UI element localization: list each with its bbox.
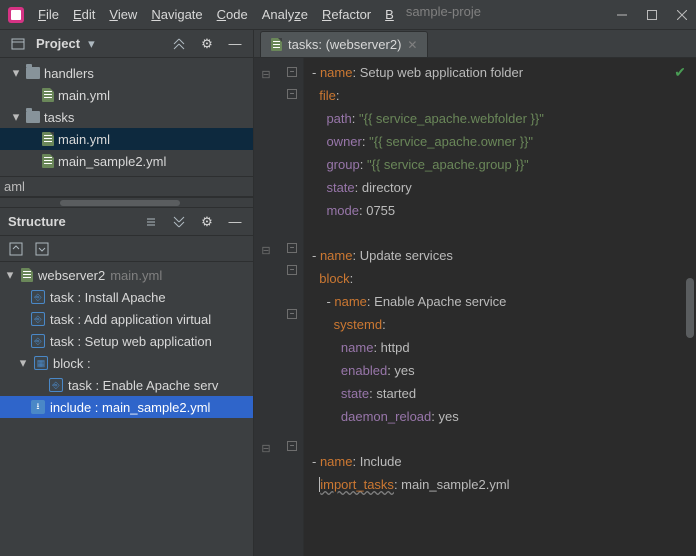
project-view-icon[interactable] [8, 34, 28, 54]
scroll-from-source-icon[interactable] [6, 239, 26, 259]
hide-panel-icon[interactable]: — [225, 212, 245, 232]
editor-vertical-scrollbar[interactable] [684, 58, 696, 556]
expand-icon[interactable]: ▾ [4, 267, 16, 283]
folder-icon [26, 111, 40, 123]
gear-icon[interactable]: ⚙ [197, 212, 217, 232]
structure-item-task[interactable]: ⎆ task : Install Apache [0, 286, 253, 308]
structure-item-include[interactable]: ⭳ include : main_sample2.yml [0, 396, 253, 418]
yaml-file-icon [42, 154, 54, 168]
folder-icon [26, 67, 40, 79]
aml-label: aml [0, 176, 253, 197]
maximize-button[interactable] [646, 9, 658, 21]
project-panel-header: Project ▾ ⚙ — [0, 30, 253, 58]
yaml-file-icon [42, 132, 54, 146]
window-controls [616, 9, 688, 21]
expand-icon[interactable]: ▾ [10, 109, 22, 125]
project-tree[interactable]: ▾ handlers main.yml ▾ tasks main.yml [0, 58, 253, 176]
tree-folder-tasks[interactable]: ▾ tasks [0, 106, 253, 128]
structure-item-task[interactable]: ⎆ task : Setup web application [0, 330, 253, 352]
app-icon [8, 7, 24, 23]
project-horizontal-scrollbar[interactable] [0, 197, 253, 207]
expand-icon[interactable]: ▾ [10, 65, 22, 81]
menu-edit[interactable]: Edit [67, 4, 101, 25]
tree-file-tasks-sample[interactable]: main_sample2.yml [0, 150, 253, 172]
block-icon: ▦ [34, 356, 48, 370]
code-editor[interactable]: - name: Setup web application folder fil… [304, 58, 684, 556]
structure-toolbar [0, 236, 253, 262]
close-tab-icon[interactable]: ✕ [407, 38, 417, 52]
menu-code[interactable]: Code [211, 4, 254, 25]
editor-tab-strip: tasks: (webserver2) ✕ [254, 30, 696, 58]
include-icon: ⭳ [31, 400, 45, 414]
editor-tab-label: tasks: (webserver2) [288, 37, 401, 52]
tree-file-handlers-main[interactable]: main.yml [0, 84, 253, 106]
menu-more[interactable]: B [379, 4, 400, 25]
close-button[interactable] [676, 9, 688, 21]
structure-panel-header: Structure ⚙ — [0, 208, 253, 236]
titlebar: File Edit View Navigate Code Analyze Ref… [0, 0, 696, 30]
menu-analyze[interactable]: Analyze [256, 4, 314, 25]
menu-refactor[interactable]: Refactor [316, 4, 377, 25]
window-title-project: sample-proje [406, 4, 481, 25]
editor-tab[interactable]: tasks: (webserver2) ✕ [260, 31, 428, 57]
tree-folder-handlers[interactable]: ▾ handlers [0, 62, 253, 84]
task-icon: ⎆ [31, 334, 45, 348]
expand-all-icon[interactable] [169, 212, 189, 232]
project-panel-title[interactable]: Project [36, 36, 80, 51]
task-icon: ⎆ [31, 312, 45, 326]
structure-item-task[interactable]: ⎆ task : Add application virtual [0, 308, 253, 330]
menu-navigate[interactable]: Navigate [145, 4, 208, 25]
yaml-file-icon [271, 38, 282, 51]
task-icon: ⎆ [31, 290, 45, 304]
hide-panel-icon[interactable]: — [225, 34, 245, 54]
chevron-down-icon[interactable]: ▾ [88, 36, 95, 52]
structure-tree[interactable]: ▾ webserver2 main.yml ⎆ task : Install A… [0, 262, 253, 556]
tree-file-tasks-main[interactable]: main.yml [0, 128, 253, 150]
menu-view[interactable]: View [103, 4, 143, 25]
collapse-icon[interactable] [169, 34, 189, 54]
gear-icon[interactable]: ⚙ [197, 34, 217, 54]
structure-root[interactable]: ▾ webserver2 main.yml [0, 264, 253, 286]
structure-item-block[interactable]: ▾ ▦ block : [0, 352, 253, 374]
menu-file[interactable]: File [32, 4, 65, 25]
yaml-file-icon [21, 268, 33, 282]
structure-item-task[interactable]: ⎆ task : Enable Apache serv [0, 374, 253, 396]
expand-icon[interactable]: ▾ [17, 355, 29, 371]
minimize-button[interactable] [616, 9, 628, 21]
yaml-file-icon [42, 88, 54, 102]
structure-panel: Structure ⚙ — ▾ webserver2 main.yml [0, 207, 253, 556]
task-icon: ⎆ [49, 378, 63, 392]
scroll-to-source-icon[interactable] [32, 239, 52, 259]
menubar: File Edit View Navigate Code Analyze Ref… [32, 4, 616, 25]
editor-gutter[interactable]: −⊟−−⊟−−−⊟ [254, 58, 304, 556]
sort-icon[interactable] [141, 212, 161, 232]
structure-panel-title[interactable]: Structure [8, 214, 66, 229]
